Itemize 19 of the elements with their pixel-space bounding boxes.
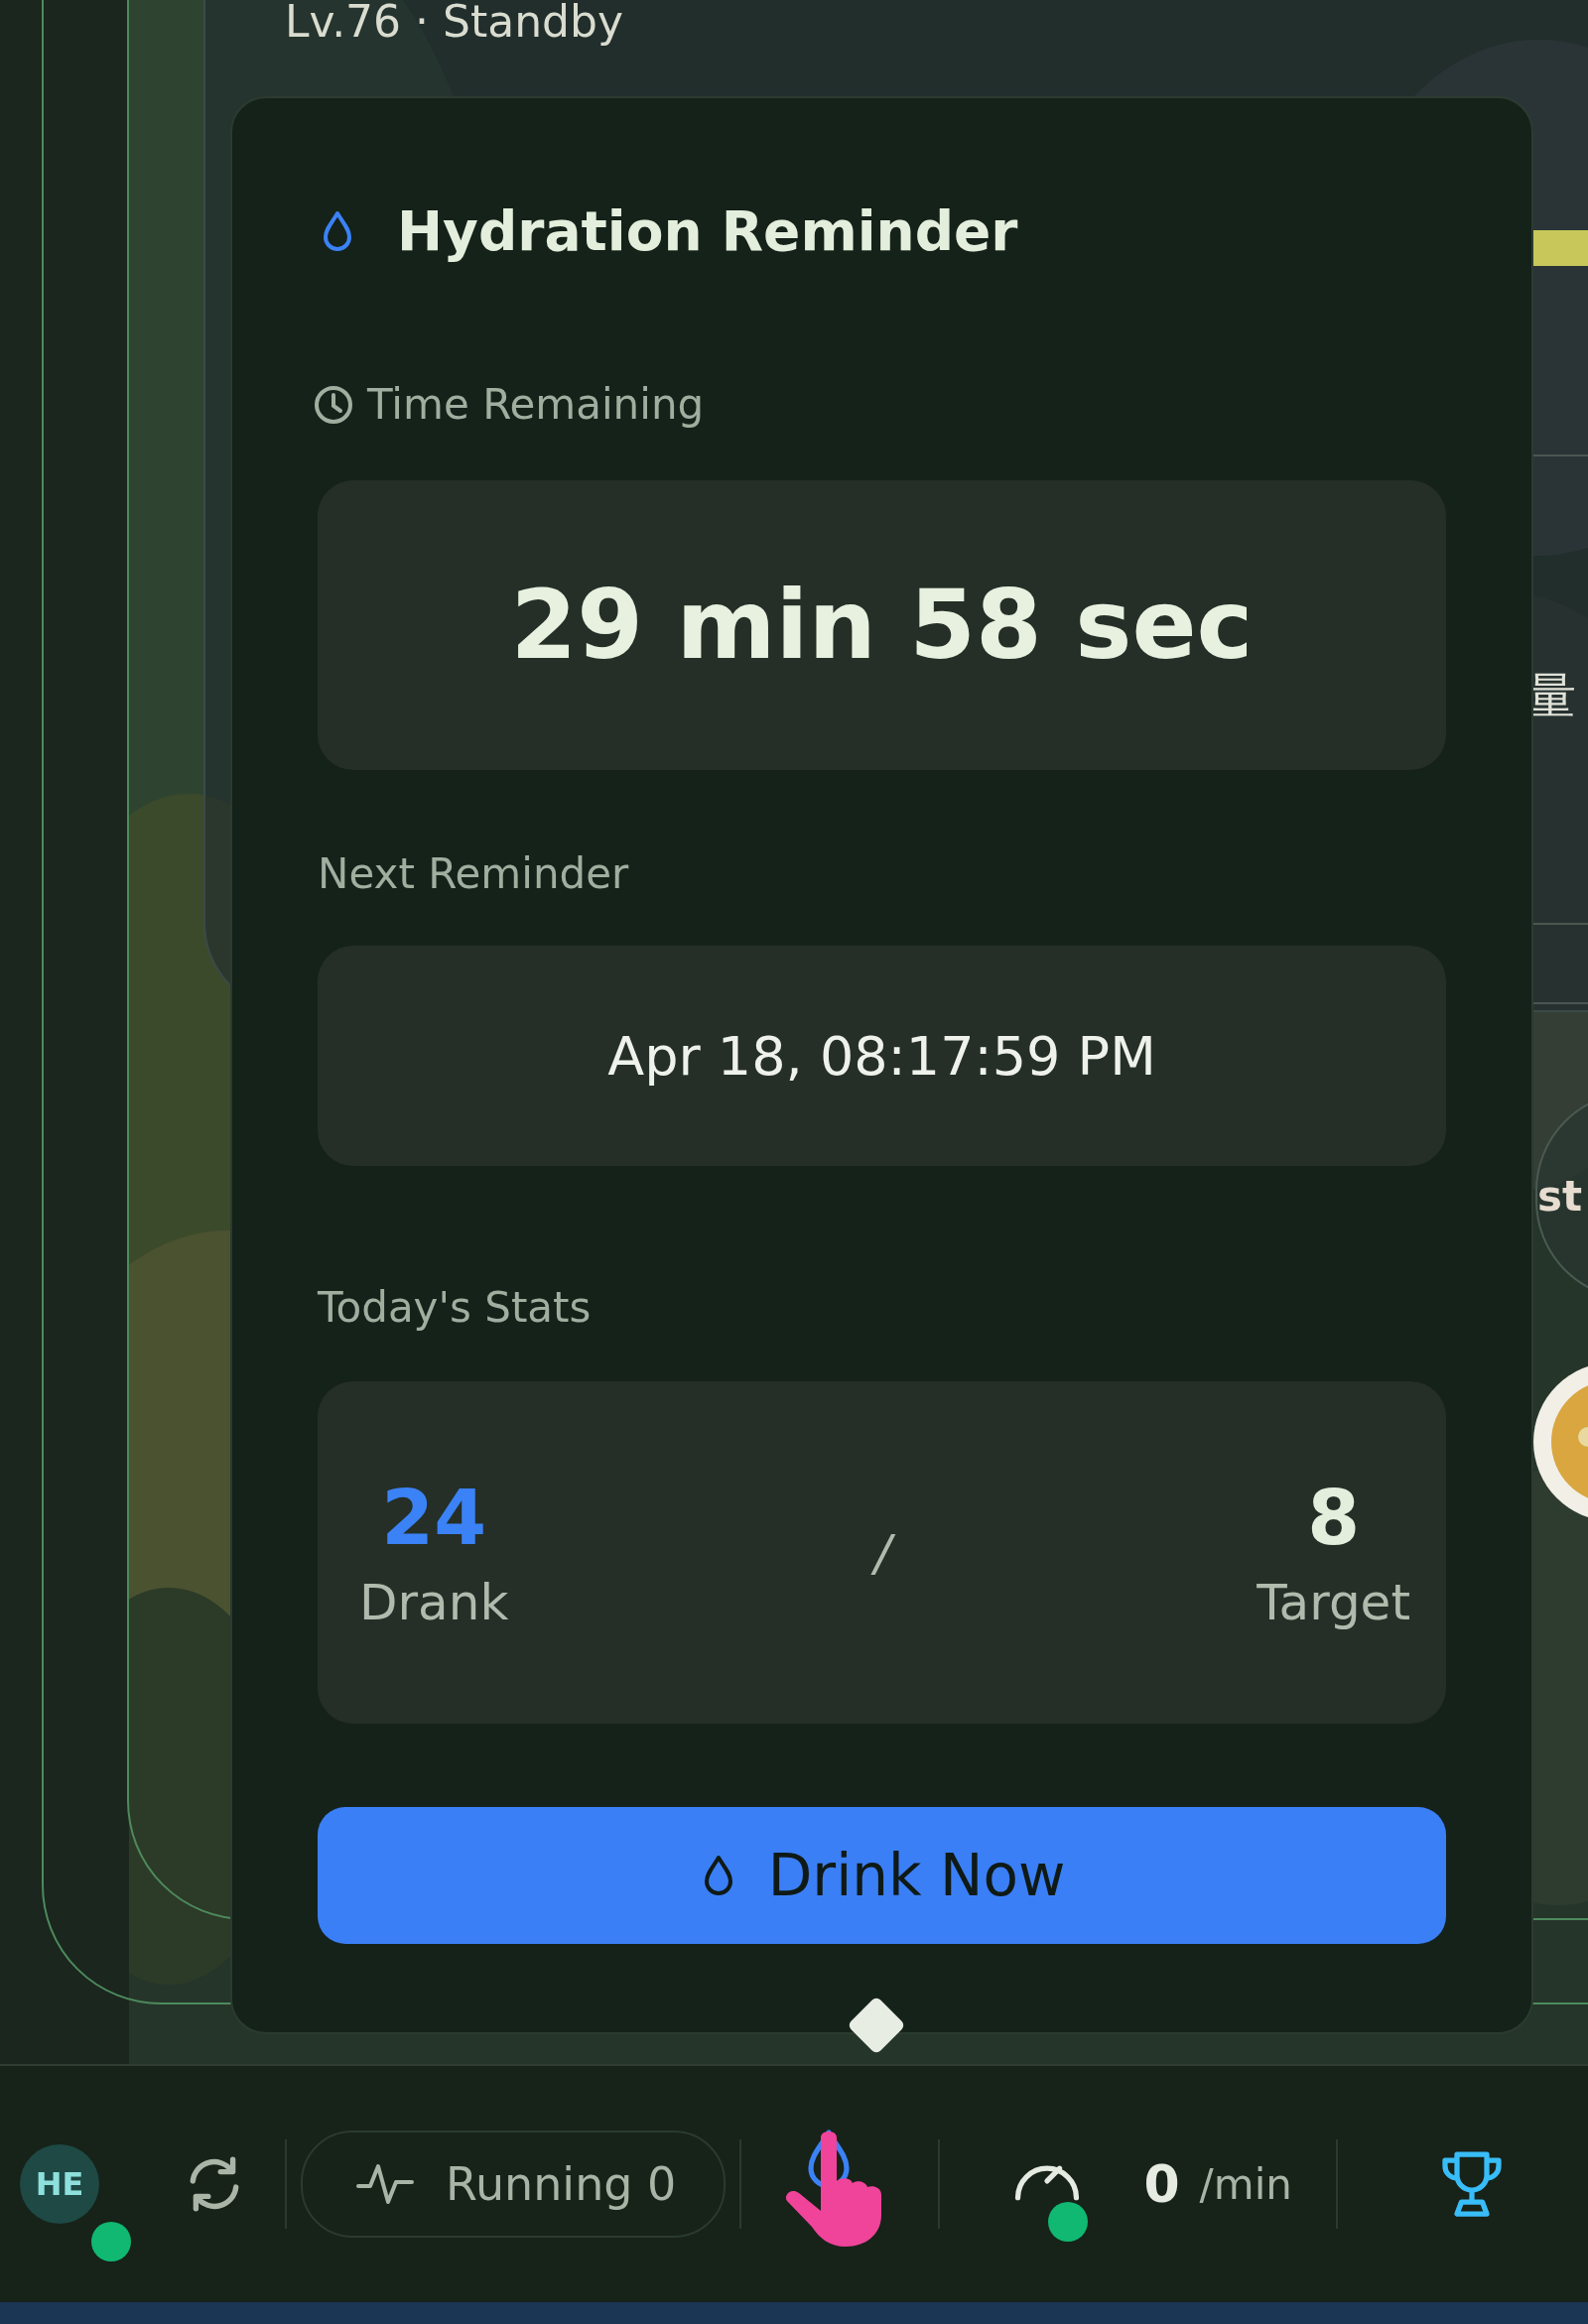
- clock-icon: [314, 384, 353, 425]
- drank-label: Drank: [359, 1574, 509, 1631]
- rate-unit: /min: [1199, 2159, 1292, 2209]
- popover-title: Hydration Reminder: [397, 199, 1018, 263]
- drank-count: 24: [381, 1474, 487, 1562]
- target-count: 8: [1307, 1474, 1361, 1562]
- background-label: 量: [1526, 666, 1576, 726]
- status-text: Lv.76 · Standby: [285, 0, 623, 44]
- target-label: Target: [1257, 1574, 1410, 1631]
- todays-stats-label: Today's Stats: [318, 1283, 593, 1332]
- user-avatar[interactable]: HE: [20, 2144, 99, 2224]
- next-reminder-time: Apr 18, 08:17:59 PM: [318, 946, 1446, 1166]
- drink-now-button[interactable]: Drink Now: [318, 1807, 1446, 1944]
- countdown-display: 29 min 58 sec: [318, 480, 1446, 770]
- rate-value: 0: [1143, 2154, 1180, 2214]
- next-reminder-label: Next Reminder: [318, 849, 630, 898]
- running-status-button[interactable]: Running 0: [301, 2130, 727, 2238]
- time-remaining-label: Time Remaining: [367, 380, 705, 429]
- activity-icon: [356, 2162, 416, 2206]
